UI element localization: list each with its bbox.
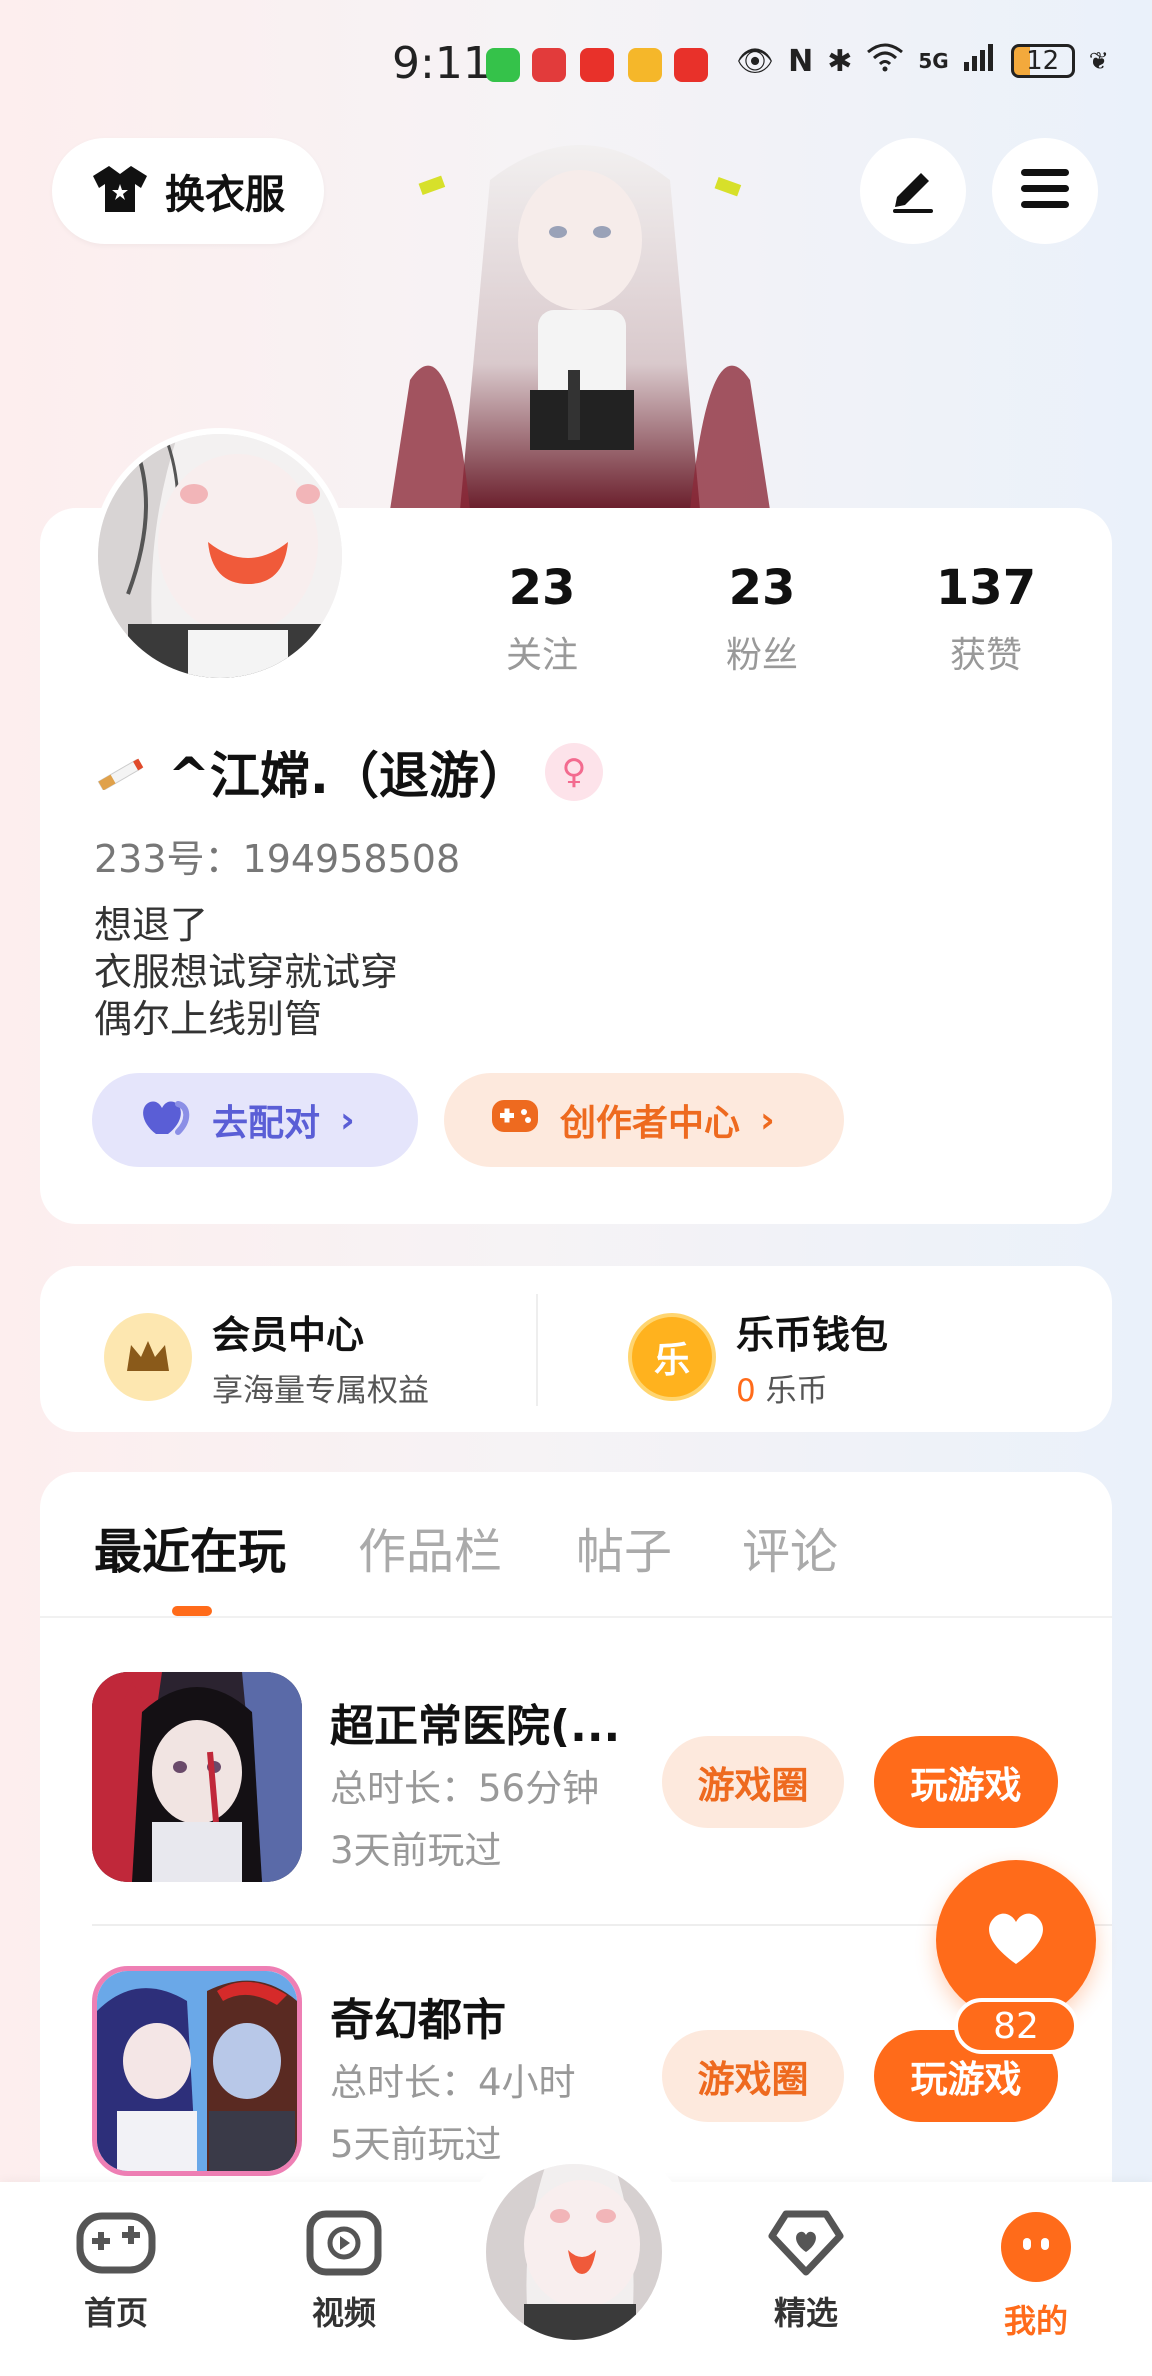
username: ^江嫦.（退游） — [168, 747, 529, 805]
tab-comments[interactable]: 评论 — [742, 1512, 838, 1582]
coin-icon: 乐 — [628, 1313, 716, 1401]
nav-home[interactable]: 首页 — [46, 2210, 186, 2334]
like-float-button[interactable] — [936, 1860, 1096, 2020]
stat-likes[interactable]: 137 获赞 — [906, 560, 1066, 678]
bluetooth-icon: ✱ — [827, 43, 853, 79]
nav-avatar-button[interactable] — [480, 2158, 668, 2346]
followers-label: 粉丝 — [725, 635, 798, 676]
wallet-entry[interactable]: 乐 乐币钱包 0 乐币 — [628, 1304, 888, 1410]
bio-line: 偶尔上线别管 — [94, 997, 323, 1041]
wallet-amount: 0 — [736, 1373, 756, 1409]
signal-label: 5G — [918, 49, 949, 73]
likes-count: 137 — [935, 560, 1037, 616]
nav-video[interactable]: 视频 — [274, 2210, 414, 2334]
game-thumbnail[interactable] — [92, 1966, 302, 2176]
bio: 想退了 衣服想试穿就试穿 偶尔上线别管 — [94, 902, 398, 1043]
game-last-played: 3天前玩过 — [330, 1829, 502, 1872]
nav-featured-label: 精选 — [773, 2294, 838, 2332]
female-gender-icon: ♀ — [544, 743, 603, 801]
following-label: 关注 — [505, 635, 578, 676]
divider — [536, 1294, 538, 1406]
leaf-icon: ❦ — [1088, 47, 1109, 75]
nav-mine[interactable]: 我的 — [966, 2210, 1106, 2342]
creator-center-button[interactable]: 创作者中心 › — [444, 1073, 844, 1167]
avatar[interactable] — [92, 428, 348, 684]
game-thumbnail[interactable] — [92, 1672, 302, 1882]
battery-icon: 12 — [1010, 44, 1075, 78]
game-title: 超正常医院(... — [330, 1701, 621, 1752]
game-last-played: 5天前玩过 — [330, 2123, 502, 2166]
creator-center-label: 创作者中心 — [560, 1103, 741, 1144]
bio-line: 想退了 — [94, 903, 209, 947]
game-duration: 总时长：4小时 — [330, 2061, 576, 2104]
stat-followers[interactable]: 23 粉丝 — [682, 560, 842, 678]
chevron-right-icon: › — [760, 1099, 775, 1141]
play-game-button[interactable]: 玩游戏 — [874, 1736, 1058, 1828]
mall-app-icon — [674, 48, 708, 82]
vip-title: 会员中心 — [212, 1313, 365, 1357]
gamepad-icon — [490, 1096, 540, 1145]
eye-icon: 👁 — [736, 43, 775, 79]
followers-count: 23 — [728, 560, 796, 616]
status-time: 9:11 — [392, 38, 491, 89]
hearts-icon — [138, 1096, 192, 1145]
game-duration: 总时长：56分钟 — [330, 1767, 600, 1810]
list-item[interactable]: 超正常医院(... 总时长：56分钟 3天前玩过 游戏圈 玩游戏 — [40, 1672, 1112, 1922]
cigarette-emoji-icon — [94, 750, 152, 794]
tab-divider — [40, 1616, 1112, 1618]
battery-level: 12 — [1026, 46, 1060, 76]
vip-center-entry[interactable]: 会员中心 享海量专属权益 — [104, 1304, 429, 1410]
edit-pen-icon — [887, 163, 939, 219]
coin-icon-char: 乐 — [653, 1340, 690, 1381]
vip-subtitle: 享海量专属权益 — [212, 1373, 429, 1409]
name-row: ^江嫦.（退游） ♀ — [94, 736, 603, 808]
wallet-unit: 乐币 — [765, 1373, 828, 1409]
stat-following[interactable]: 23 关注 — [462, 560, 622, 678]
profile-face-icon — [999, 2212, 1073, 2288]
wallet-balance: 0 乐币 — [736, 1365, 888, 1410]
nav-home-label: 首页 — [83, 2294, 148, 2332]
tab-indicator — [172, 1606, 212, 1616]
status-icons: 👁 N ✱ 5G 12 ❦ — [736, 42, 1109, 80]
nav-mine-label: 我的 — [1003, 2302, 1068, 2340]
gamepad-icon — [76, 2212, 156, 2280]
match-label: 去配对 — [212, 1103, 321, 1144]
likes-label: 获赞 — [949, 635, 1022, 676]
chevron-right-icon: › — [340, 1099, 355, 1141]
user-id[interactable]: 233号：194958508 — [94, 828, 460, 883]
edit-profile-button[interactable] — [860, 138, 966, 244]
video-play-icon — [306, 2210, 382, 2280]
avatar-character-image[interactable] — [370, 120, 790, 510]
tab-posts[interactable]: 帖子 — [576, 1512, 672, 1582]
change-outfit-button[interactable]: 换衣服 — [52, 138, 324, 244]
bio-line: 衣服想试穿就试穿 — [94, 950, 399, 994]
alipay-app-icon — [628, 48, 662, 82]
tab-works[interactable]: 作品栏 — [358, 1512, 502, 1582]
following-count: 23 — [508, 560, 576, 616]
wallet-title: 乐币钱包 — [736, 1313, 889, 1357]
like-count: 82 — [954, 1998, 1078, 2054]
nfc-icon: N — [788, 43, 814, 79]
status-bar: 9:11 👁 N ✱ 5G 12 ❦ — [0, 0, 1152, 130]
shopping-app-icon — [580, 48, 614, 82]
game-circle-button[interactable]: 游戏圈 — [662, 2030, 844, 2122]
nav-featured[interactable]: 精选 — [736, 2210, 876, 2334]
match-button[interactable]: 去配对 › — [92, 1073, 418, 1167]
menu-icon — [1019, 167, 1071, 215]
tab-recent-played[interactable]: 最近在玩 — [94, 1512, 286, 1582]
nav-video-label: 视频 — [311, 2294, 376, 2332]
wechat-icon — [486, 48, 520, 82]
heart-icon — [984, 1910, 1048, 1970]
game-title: 奇幻都市 — [330, 1995, 506, 2046]
crown-icon — [104, 1313, 192, 1401]
signal-icon — [963, 42, 997, 80]
notification-app-icon — [532, 48, 566, 82]
change-outfit-label: 换衣服 — [165, 172, 285, 218]
shirt-icon — [91, 164, 149, 218]
heart-diamond-icon — [768, 2210, 844, 2280]
menu-button[interactable] — [992, 138, 1098, 244]
wifi-icon — [866, 42, 904, 80]
game-circle-button[interactable]: 游戏圈 — [662, 1736, 844, 1828]
